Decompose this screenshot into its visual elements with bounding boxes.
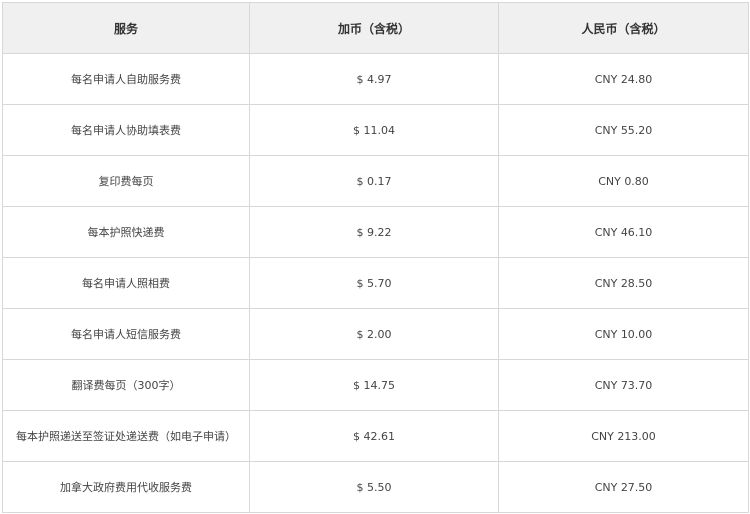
cny-price-cell: CNY 0.80	[498, 155, 749, 207]
service-cell: 每名申请人短信服务费	[2, 308, 250, 360]
cad-price-cell: $ 4.97	[249, 53, 499, 105]
table-row: 每名申请人协助填表费 $ 11.04 CNY 55.20	[2, 104, 749, 156]
cad-price-cell: $ 2.00	[249, 308, 499, 360]
service-cell: 每本护照快递费	[2, 206, 250, 258]
cny-price-cell: CNY 27.50	[498, 461, 749, 513]
service-cell: 加拿大政府费用代收服务费	[2, 461, 250, 513]
table-row: 加拿大政府费用代收服务费 $ 5.50 CNY 27.50	[2, 461, 749, 513]
table-row: 每本护照快递费 $ 9.22 CNY 46.10	[2, 206, 749, 258]
cny-price-cell: CNY 46.10	[498, 206, 749, 258]
service-cell: 每本护照递送至签证处递送费（如电子申请）	[2, 410, 250, 462]
header-service: 服务	[2, 2, 250, 54]
cny-price-cell: CNY 24.80	[498, 53, 749, 105]
header-row: 服务 加币（含税） 人民币（含税）	[2, 2, 749, 54]
cad-price-cell: $ 11.04	[249, 104, 499, 156]
cad-price-cell: $ 5.50	[249, 461, 499, 513]
cny-price-cell: CNY 213.00	[498, 410, 749, 462]
cny-price-cell: CNY 73.70	[498, 359, 749, 411]
table-row: 每名申请人照相费 $ 5.70 CNY 28.50	[2, 257, 749, 309]
service-cell: 翻译费每页（300字）	[2, 359, 250, 411]
cny-price-cell: CNY 10.00	[498, 308, 749, 360]
table-row: 每本护照递送至签证处递送费（如电子申请） $ 42.61 CNY 213.00	[2, 410, 749, 462]
cad-price-cell: $ 5.70	[249, 257, 499, 309]
header-cny: 人民币（含税）	[498, 2, 749, 54]
table-header: 服务 加币（含税） 人民币（含税）	[2, 2, 749, 54]
service-cell: 每名申请人自助服务费	[2, 53, 250, 105]
header-cad: 加币（含税）	[249, 2, 499, 54]
cad-price-cell: $ 9.22	[249, 206, 499, 258]
table-body: 每名申请人自助服务费 $ 4.97 CNY 24.80 每名申请人协助填表费 $…	[2, 53, 749, 513]
cny-price-cell: CNY 28.50	[498, 257, 749, 309]
cny-price-cell: CNY 55.20	[498, 104, 749, 156]
table-row: 复印费每页 $ 0.17 CNY 0.80	[2, 155, 749, 207]
table-row: 翻译费每页（300字） $ 14.75 CNY 73.70	[2, 359, 749, 411]
table-row: 每名申请人短信服务费 $ 2.00 CNY 10.00	[2, 308, 749, 360]
cad-price-cell: $ 42.61	[249, 410, 499, 462]
cad-price-cell: $ 14.75	[249, 359, 499, 411]
service-cell: 每名申请人协助填表费	[2, 104, 250, 156]
table-row: 每名申请人自助服务费 $ 4.97 CNY 24.80	[2, 53, 749, 105]
cad-price-cell: $ 0.17	[249, 155, 499, 207]
service-cell: 复印费每页	[2, 155, 250, 207]
fee-table: 服务 加币（含税） 人民币（含税） 每名申请人自助服务费 $ 4.97 CNY …	[2, 2, 749, 513]
service-cell: 每名申请人照相费	[2, 257, 250, 309]
